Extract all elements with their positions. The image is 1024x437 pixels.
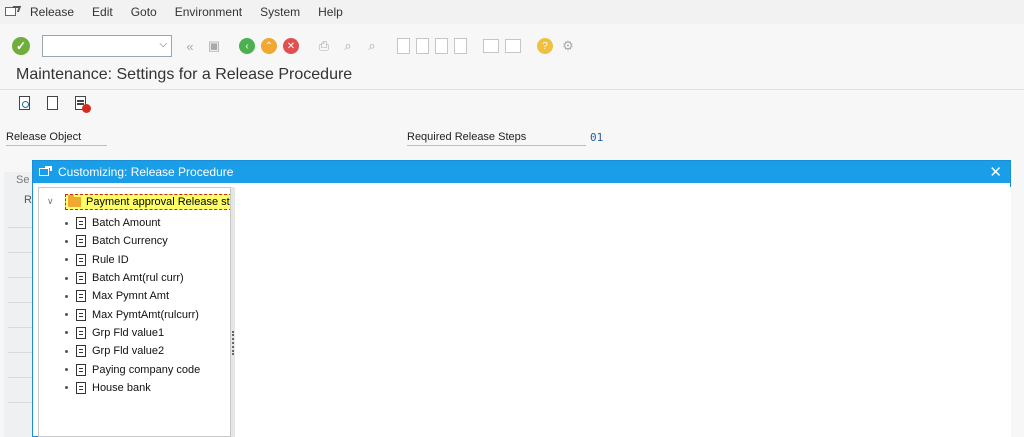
new-entries-icon[interactable] <box>44 95 64 113</box>
prev-page-icon <box>416 38 429 54</box>
document-icon <box>76 253 86 266</box>
tree-item-label: Grp Fld value2 <box>92 345 165 358</box>
chevron-down-icon[interactable]: ∨ <box>47 196 57 207</box>
tree-item-batch-amt-rul-curr[interactable]: Batch Amt(rul curr) <box>65 269 200 287</box>
bullet-icon <box>65 239 68 243</box>
tree-item-grp-fld-value1[interactable]: Grp Fld value1 <box>65 324 200 342</box>
bullet-icon <box>65 258 68 262</box>
tree-item-label: Paying company code <box>92 363 201 376</box>
tree-item-max-pymnt-amt[interactable]: Max Pymnt Amt <box>65 287 200 305</box>
last-page-icon <box>454 38 467 54</box>
dialog-title: Customizing: Release Procedure <box>58 165 234 179</box>
menu-help[interactable]: Help <box>318 5 343 19</box>
command-dropdown-icon[interactable]: ⌵ <box>159 39 167 50</box>
background-table-column: R <box>24 194 32 206</box>
bullet-icon <box>65 276 68 280</box>
cancel-icon[interactable]: ✕ <box>283 38 299 54</box>
tree-item-label: Batch Amount <box>92 217 161 230</box>
standard-toolbar: ✓ ⌵ « ▣ ‹ ⌃ ✕ ⎙ ⌕ ⌕ ? ⚙ <box>0 30 1024 62</box>
customizing-dialog: Customizing: Release Procedure ✕ ∨ Payme… <box>32 160 1011 437</box>
tree-item-rule-id[interactable]: Rule ID <box>65 251 200 269</box>
tree-item-batch-currency[interactable]: Batch Currency <box>65 232 200 250</box>
bullet-icon <box>65 386 68 390</box>
save-icon: ▣ <box>207 38 221 53</box>
bullet-icon <box>65 368 68 372</box>
tree-item-max-pymtamt-rulcurr[interactable]: Max PymtAmt(rulcurr) <box>65 305 200 323</box>
dialog-title-bar: Customizing: Release Procedure ✕ <box>33 161 1010 183</box>
new-session-icon <box>483 39 499 53</box>
tree-root-node[interactable]: ∨ Payment approval Release stru <box>47 194 231 210</box>
tree-item-label: Batch Currency <box>92 235 168 248</box>
folder-icon <box>68 195 81 207</box>
shortcut-icon <box>505 39 521 53</box>
menu-environment[interactable]: Environment <box>175 5 242 19</box>
nav-exit-icon[interactable]: ⌃ <box>261 38 277 54</box>
command-field[interactable]: ⌵ <box>42 35 172 57</box>
tree-root-highlight[interactable]: Payment approval Release stru <box>65 194 231 210</box>
back-arrows-icon: « <box>186 38 194 54</box>
tree-root-label: Payment approval Release stru <box>86 196 231 208</box>
background-table-header: Se <box>16 174 30 186</box>
document-icon <box>76 217 86 230</box>
next-page-icon <box>435 38 448 54</box>
find-next-icon: ⌕ <box>368 38 376 53</box>
background-table: Se R <box>4 172 34 437</box>
bullet-icon <box>65 349 68 353</box>
document-icon <box>76 363 86 376</box>
tree-item-grp-fld-value2[interactable]: Grp Fld value2 <box>65 342 200 360</box>
close-icon[interactable]: ✕ <box>989 163 1002 181</box>
document-icon <box>76 326 86 339</box>
bullet-icon <box>65 331 68 335</box>
splitter-grip-icon[interactable] <box>232 331 234 355</box>
title-divider <box>0 89 1024 90</box>
tree-item-paying-company-code[interactable]: Paying company code <box>65 360 200 378</box>
bullet-icon <box>65 313 68 317</box>
display-detail-icon[interactable] <box>16 95 36 113</box>
print-icon: ⎙ <box>318 38 330 53</box>
menu-system[interactable]: System <box>260 5 300 19</box>
page-title: Maintenance: Settings for a Release Proc… <box>16 66 353 83</box>
document-icon <box>76 381 86 394</box>
menu-arrow-icon[interactable] <box>4 5 22 19</box>
required-release-steps-label: Required Release Steps <box>407 131 586 146</box>
tree-item-label: Batch Amt(rul curr) <box>92 272 184 285</box>
document-icon <box>76 272 86 285</box>
nav-back-icon[interactable]: ‹ <box>239 38 255 54</box>
customize-layout-icon[interactable]: ⚙ <box>559 37 577 55</box>
document-icon <box>76 308 86 321</box>
bullet-icon <box>65 294 68 298</box>
detail-pane <box>235 187 1011 437</box>
menu-edit[interactable]: Edit <box>92 5 113 19</box>
structure-tree: ∨ Payment approval Release stru Batch Am… <box>38 187 231 437</box>
tree-item-batch-amount[interactable]: Batch Amount <box>65 214 200 232</box>
menu-bar: Release Edit Goto Environment System Hel… <box>0 0 1024 24</box>
required-release-steps-value[interactable]: 01 <box>590 131 603 144</box>
tree-item-label: Max Pymnt Amt <box>92 290 170 303</box>
delete-icon[interactable] <box>72 95 92 113</box>
document-icon <box>76 290 86 303</box>
application-toolbar <box>16 95 100 113</box>
tree-items: Batch Amount Batch Currency Rule ID Batc… <box>65 214 200 397</box>
help-icon[interactable]: ? <box>537 38 553 54</box>
document-icon <box>76 345 86 358</box>
first-page-icon <box>397 38 410 54</box>
document-icon <box>76 235 86 248</box>
tree-item-label: Grp Fld value1 <box>92 326 165 339</box>
menu-goto[interactable]: Goto <box>131 5 157 19</box>
tree-item-house-bank[interactable]: House bank <box>65 379 200 397</box>
dialog-menu-icon[interactable] <box>38 166 54 178</box>
tree-item-label: House bank <box>92 381 151 394</box>
menu-release[interactable]: Release <box>30 5 74 19</box>
find-icon: ⌕ <box>344 38 352 53</box>
release-object-label: Release Object <box>6 131 107 146</box>
tree-item-label: Rule ID <box>92 253 129 266</box>
ok-check-icon[interactable]: ✓ <box>12 37 30 55</box>
tree-item-label: Max PymtAmt(rulcurr) <box>92 308 199 321</box>
bullet-icon <box>65 221 68 225</box>
